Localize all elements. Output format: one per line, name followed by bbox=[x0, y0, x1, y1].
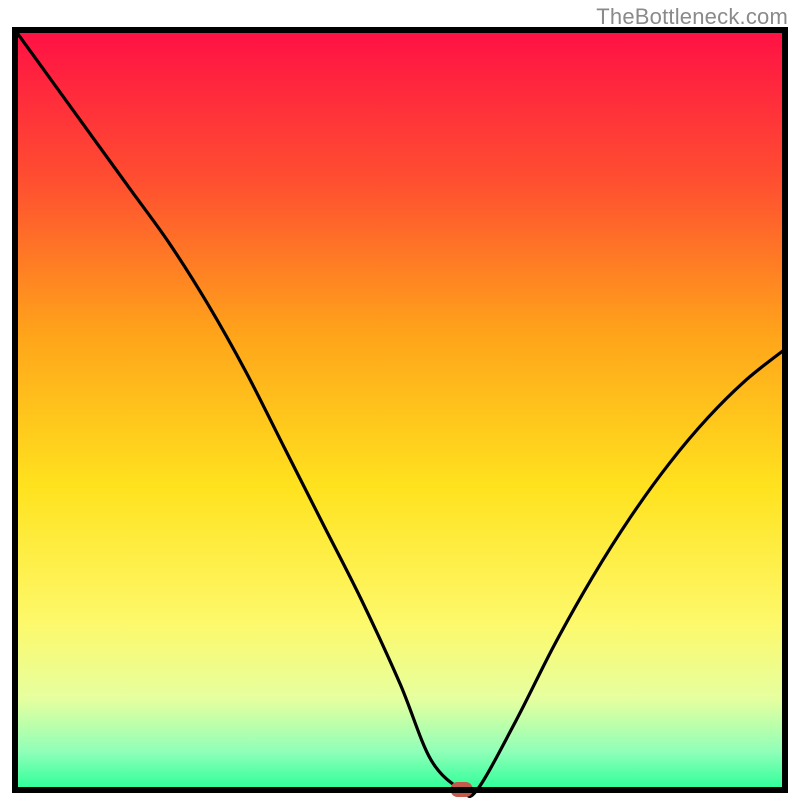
bottleneck-chart: TheBottleneck.com bbox=[0, 0, 800, 800]
chart-svg bbox=[0, 0, 800, 800]
chart-background bbox=[15, 30, 785, 790]
